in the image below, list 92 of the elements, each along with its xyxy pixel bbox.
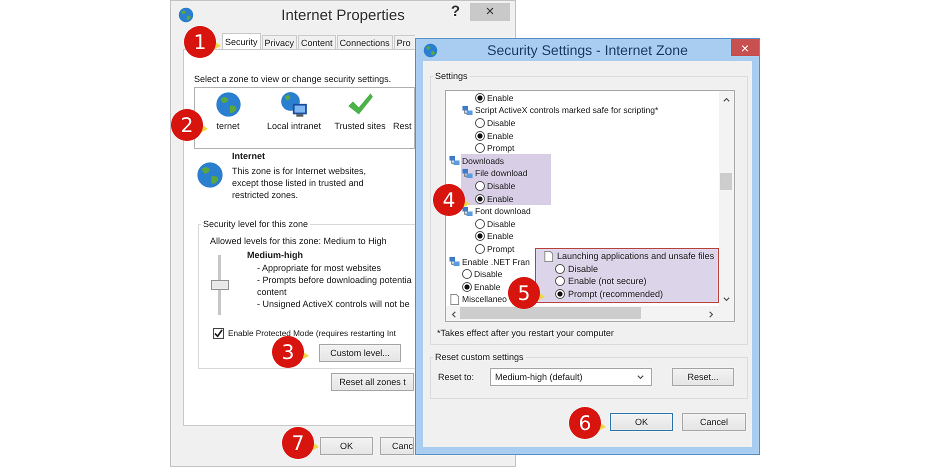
allowed-levels-text: Allowed levels for this zone: Medium to High bbox=[210, 235, 387, 247]
scroll-up-icon[interactable] bbox=[722, 95, 731, 104]
scroll-left-icon[interactable] bbox=[449, 310, 458, 319]
option-label[interactable]: Disable bbox=[487, 180, 516, 192]
radio-button[interactable] bbox=[475, 92, 485, 103]
radio-button[interactable] bbox=[475, 180, 485, 191]
option-label[interactable]: Disable bbox=[474, 268, 502, 280]
globe-icon bbox=[423, 42, 438, 58]
caret-icon[interactable] bbox=[636, 372, 645, 382]
group-legend: Security level for this zone bbox=[201, 218, 310, 231]
checkbox[interactable] bbox=[213, 328, 224, 338]
tab[interactable]: Pro bbox=[394, 35, 415, 49]
globe-icon bbox=[196, 161, 224, 189]
zone-label[interactable]: ternet bbox=[216, 120, 240, 133]
option-label[interactable]: Enable (not secure) bbox=[568, 275, 647, 288]
option-label[interactable]: Enable bbox=[487, 230, 514, 242]
cancel-button[interactable]: Cancel bbox=[682, 413, 746, 431]
scroll-thumb[interactable] bbox=[720, 173, 732, 190]
setting-label: Script ActiveX controls marked safe for scripting* bbox=[475, 104, 658, 116]
slider-thumb[interactable] bbox=[211, 280, 229, 290]
option-label[interactable]: Enable bbox=[487, 192, 514, 205]
group-legend: Settings bbox=[433, 70, 470, 83]
horizontal-scrollbar[interactable] bbox=[446, 306, 734, 321]
checkbox-label: Enable Protected Mode (requires restarting Int bbox=[228, 328, 396, 338]
scroll-right-icon[interactable] bbox=[707, 310, 716, 319]
close-button[interactable]: × bbox=[731, 39, 759, 56]
cancel-button[interactable]: Canc bbox=[380, 437, 414, 455]
reset-all-zones-button[interactable]: Reset all zones t bbox=[331, 373, 414, 391]
radio-button[interactable] bbox=[475, 218, 485, 229]
restart-note: *Takes effect after you restart your computer bbox=[437, 327, 614, 339]
radio-button[interactable] bbox=[555, 264, 565, 274]
radio-button[interactable] bbox=[475, 194, 485, 204]
setting-label: Font download bbox=[475, 205, 531, 218]
ok-button[interactable]: OK bbox=[320, 437, 373, 455]
tab[interactable]: Content bbox=[298, 35, 336, 49]
ok-button[interactable]: OK bbox=[610, 413, 673, 431]
setting-label: Enable .NET Fran bbox=[462, 256, 530, 268]
zone-label[interactable]: Rest bbox=[393, 120, 412, 133]
option-label[interactable]: Disable bbox=[568, 262, 598, 275]
document-icon bbox=[449, 294, 460, 305]
zone-description: This zone is for Internet websites, except those listed in trusted and restricted zones. bbox=[232, 165, 366, 201]
option-label[interactable]: Enable bbox=[487, 130, 514, 142]
radio-button[interactable] bbox=[475, 244, 485, 254]
globe-icon bbox=[178, 7, 194, 23]
option-label[interactable]: Disable bbox=[487, 116, 516, 129]
zone-label[interactable]: Local intranet bbox=[266, 120, 322, 133]
vertical-scrollbar[interactable] bbox=[719, 91, 734, 306]
help-button[interactable]: ? bbox=[450, 3, 460, 20]
level-details: - Appropriate for most websites - Prompts before downloading potentia content - Unsigned ActiveX controls will not be bbox=[257, 262, 412, 310]
reset-button[interactable]: Reset... bbox=[672, 368, 734, 386]
option-label[interactable]: Enable bbox=[487, 92, 514, 104]
zone-title: Internet bbox=[232, 150, 266, 163]
option-label[interactable]: Prompt bbox=[487, 142, 514, 154]
radio-button[interactable] bbox=[462, 269, 472, 280]
radio-button[interactable] bbox=[555, 289, 565, 300]
setting-label: Miscellaneo bbox=[462, 293, 507, 306]
network-icon bbox=[462, 206, 473, 217]
globe-icon bbox=[214, 91, 242, 118]
zone-prompt: Select a zone to view or change security settings. bbox=[194, 73, 392, 86]
zone-label[interactable]: Trusted sites bbox=[334, 120, 386, 133]
tab[interactable]: Connections bbox=[336, 35, 393, 49]
network-icon bbox=[449, 155, 460, 166]
custom-level-button[interactable]: Custom level... bbox=[319, 344, 401, 362]
option-label[interactable]: Prompt bbox=[487, 242, 514, 255]
document-icon bbox=[543, 250, 554, 262]
globe-monitor-icon bbox=[280, 91, 308, 119]
network-icon bbox=[462, 104, 473, 116]
option-label[interactable]: Prompt (recommended) bbox=[568, 288, 664, 300]
reset-to-label: Reset to: bbox=[438, 372, 476, 382]
option-label[interactable]: Disable bbox=[487, 218, 516, 230]
radio-button[interactable] bbox=[475, 118, 485, 128]
radio-button[interactable] bbox=[475, 143, 485, 154]
tab[interactable]: Security bbox=[222, 33, 261, 49]
network-icon bbox=[449, 256, 460, 268]
radio-button[interactable] bbox=[462, 282, 472, 292]
tab[interactable]: Privacy bbox=[262, 35, 298, 49]
network-icon bbox=[462, 168, 473, 179]
setting-label: Downloads bbox=[462, 154, 504, 167]
radio-button[interactable] bbox=[475, 130, 485, 141]
radio-button[interactable] bbox=[555, 276, 565, 286]
setting-label: File download bbox=[475, 167, 528, 180]
window-title: Internet Properties bbox=[281, 6, 405, 24]
window-title: Security Settings - Internet Zone bbox=[487, 42, 688, 58]
reset-level-dropdown[interactable]: Medium-high (default) bbox=[490, 368, 652, 386]
level-name: Medium-high bbox=[247, 249, 304, 262]
close-button[interactable]: × bbox=[470, 3, 510, 21]
scroll-thumb[interactable] bbox=[460, 307, 641, 319]
option-label[interactable]: Enable bbox=[474, 280, 500, 293]
group-legend: Reset custom settings bbox=[433, 351, 526, 364]
radio-button[interactable] bbox=[475, 231, 485, 242]
scroll-down-icon[interactable] bbox=[722, 295, 731, 304]
setting-label: Launching applications and unsafe files bbox=[557, 250, 714, 262]
